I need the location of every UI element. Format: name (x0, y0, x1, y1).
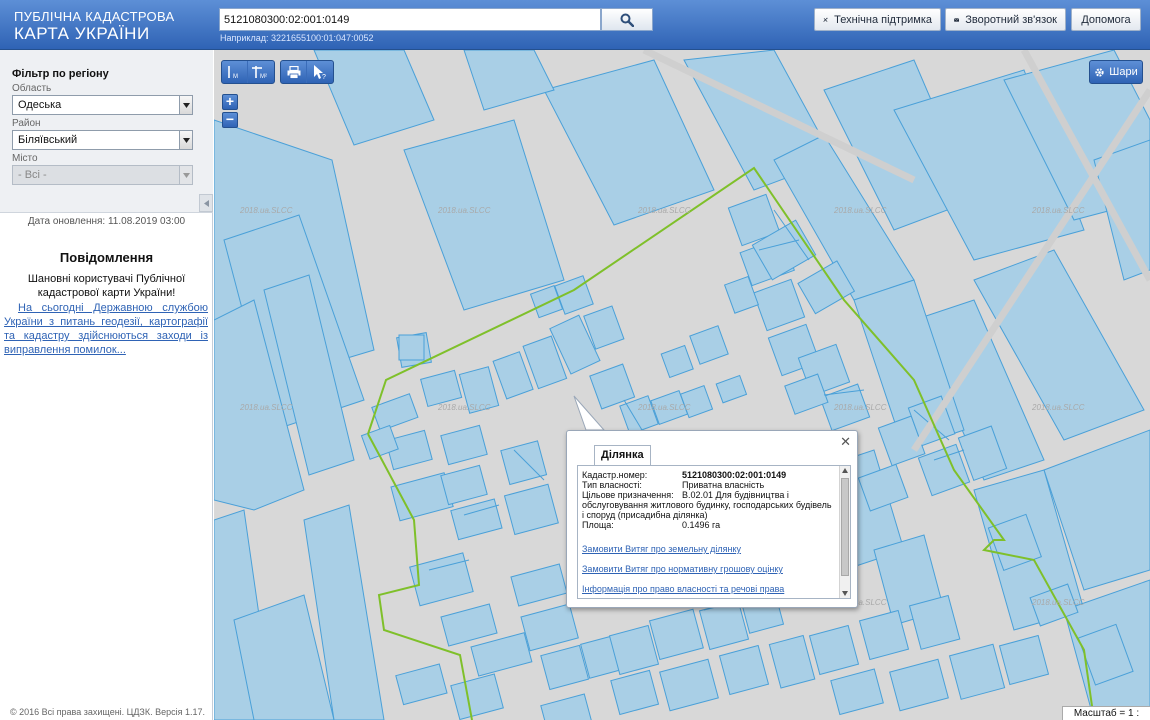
search-icon (620, 13, 634, 27)
search-bar: Наприклад: 3221655100:01:047:0052 (219, 8, 653, 43)
chevron-left-icon (203, 199, 209, 207)
parcel-details: Кадастр.номер: 5121080300:02:001:0149 Ти… (582, 470, 834, 594)
svg-text:М: М (233, 74, 238, 80)
measure-toolbar: М М² (221, 60, 275, 84)
chevron-down-icon (179, 166, 192, 184)
watermark: 2018.ua.SLCC (438, 403, 491, 412)
region-filter-panel: Фільтр по регіону Область Одеська Район … (0, 50, 213, 213)
notice-greeting: Шановні користувачі Публічної кадастрово… (27, 273, 186, 299)
tech-support-label: Технічна підтримка (834, 13, 932, 26)
detail-key: Кадастр.номер: (582, 470, 648, 480)
close-icon[interactable]: ✕ (840, 434, 851, 450)
tools-icon (823, 17, 828, 22)
detail-value: 0.1496 га (682, 520, 721, 530)
watermark: 2018.ua.SLCC (1032, 403, 1085, 412)
rayon-select[interactable]: Біляївський (12, 130, 193, 150)
collapse-sidebar-button[interactable] (199, 194, 213, 212)
rayon-value: Біляївський (18, 134, 78, 146)
watermark: 2018.ua.SLCC (1032, 598, 1085, 607)
help-button[interactable]: Допомога (1071, 8, 1141, 31)
help-label: Допомога (1081, 13, 1131, 26)
filter-title: Фільтр по регіону (12, 68, 109, 80)
gear-icon (1095, 67, 1104, 77)
detail-key: Площа: (582, 520, 614, 530)
layers-label: Шари (1109, 66, 1138, 78)
watermark: 2018.ua.SLCC (240, 206, 293, 215)
feedback-button[interactable]: Зворотний зв'язок (945, 8, 1066, 31)
chevron-down-icon (179, 131, 192, 149)
parcel-info-popup: ✕ Ділянка Кадастр.номер: 5121080300:02:0… (566, 430, 858, 608)
scrollbar-thumb[interactable] (841, 478, 849, 576)
ownership-info-link[interactable]: Інформація про право власності та речові… (582, 584, 834, 594)
oblast-select[interactable]: Одеська (12, 95, 193, 115)
area-ruler-icon: М² (252, 66, 267, 80)
envelope-icon (954, 17, 960, 22)
print-button[interactable] (281, 61, 307, 83)
plus-icon: + (225, 93, 235, 109)
printer-icon (287, 65, 300, 79)
watermark: 2018.ua.SLCC (1032, 206, 1085, 215)
parcel-layer[interactable] (214, 50, 1150, 720)
identify-button[interactable]: ? (307, 61, 333, 83)
city-value: - Всі - (18, 169, 47, 181)
scroll-down-icon[interactable] (842, 591, 848, 596)
app-logo[interactable]: ПУБЛІЧНА КАДАСТРОВА КАРТА УКРАЇНИ (14, 10, 174, 42)
watermark: 2018.ua.SLCC (834, 206, 887, 215)
detail-key: Тип власності: (582, 480, 642, 490)
tab-parcel[interactable]: Ділянка (594, 445, 651, 465)
search-button[interactable] (601, 8, 653, 31)
city-select[interactable]: - Всі - (12, 165, 193, 185)
svg-text:?: ? (322, 74, 326, 80)
detail-row-area: Площа: 0.1496 га (582, 520, 834, 530)
feedback-label: Зворотний зв'язок (965, 13, 1057, 26)
cadastral-map[interactable]: 2018.ua.SLCC 2018.ua.SLCC 2018.ua.SLCC 2… (214, 50, 1150, 720)
order-valuation-extract-link[interactable]: Замовити Витяг про нормативну грошову оц… (582, 564, 834, 574)
print-info-toolbar: ? (280, 60, 334, 84)
layers-button[interactable]: Шари (1089, 60, 1143, 84)
zoom-out-button[interactable]: − (222, 112, 238, 128)
svg-text:М²: М² (260, 74, 267, 80)
detail-value: 5121080300:02:001:0149 (682, 470, 787, 480)
oblast-value: Одеська (18, 99, 62, 111)
watermark: 2018.ua.SLCC (240, 403, 293, 412)
rayon-label: Район (12, 118, 41, 129)
cursor-question-icon: ? (314, 65, 326, 80)
city-label: Місто (12, 153, 38, 164)
notice-title: Повідомлення (59, 250, 154, 265)
zoom-in-button[interactable]: + (222, 94, 238, 110)
measure-area-button[interactable]: М² (248, 61, 274, 83)
popup-scrollbar[interactable] (839, 466, 850, 598)
detail-row-purpose: Цільове призначення: В.02.01 Для будівниц… (582, 490, 834, 520)
oblast-label: Область (12, 83, 52, 94)
search-hint: Наприклад: 3221655100:01:047:0052 (220, 33, 374, 43)
order-land-extract-link[interactable]: Замовити Витяг про земельну ділянку (582, 544, 834, 554)
sidebar: Фільтр по регіону Область Одеська Район … (0, 50, 213, 720)
app-header: ПУБЛІЧНА КАДАСТРОВА КАРТА УКРАЇНИ Наприк… (0, 0, 1150, 50)
ruler-icon: М (227, 66, 238, 80)
watermark: 2018.ua.SLCC (638, 403, 691, 412)
cadastral-search-input[interactable] (219, 8, 601, 31)
measure-line-button[interactable]: М (222, 61, 248, 83)
watermark: 2018.ua.SLCC (438, 206, 491, 215)
watermark: 2018.ua.SLCC (834, 403, 887, 412)
map-scale: Масштаб = 1 : 8531 (1062, 706, 1150, 720)
watermark: 2018.ua.SLCC (638, 206, 691, 215)
detail-key: Цільове призначення: (582, 490, 674, 500)
update-date: Дата оновлення: 11.08.2019 03:00 (27, 216, 186, 227)
detail-value: Приватна власність (682, 480, 765, 490)
notice-link[interactable]: На сьогодні Державною службою України з … (4, 301, 208, 357)
minus-icon: − (225, 111, 235, 127)
logo-line-2: КАРТА УКРАЇНИ (14, 24, 150, 43)
popup-content: Кадастр.номер: 5121080300:02:001:0149 Ти… (577, 465, 851, 599)
detail-row-cadastral: Кадастр.номер: 5121080300:02:001:0149 (582, 470, 834, 480)
copyright: © 2016 Всі права захищені. ЦДЗК. Версія … (10, 707, 206, 717)
logo-line-1: ПУБЛІЧНА КАДАСТРОВА (14, 9, 175, 24)
tech-support-button[interactable]: Технічна підтримка (814, 8, 941, 31)
chevron-down-icon (179, 96, 192, 114)
scroll-up-icon[interactable] (842, 468, 848, 473)
detail-row-ownership: Тип власності: Приватна власність (582, 480, 834, 490)
